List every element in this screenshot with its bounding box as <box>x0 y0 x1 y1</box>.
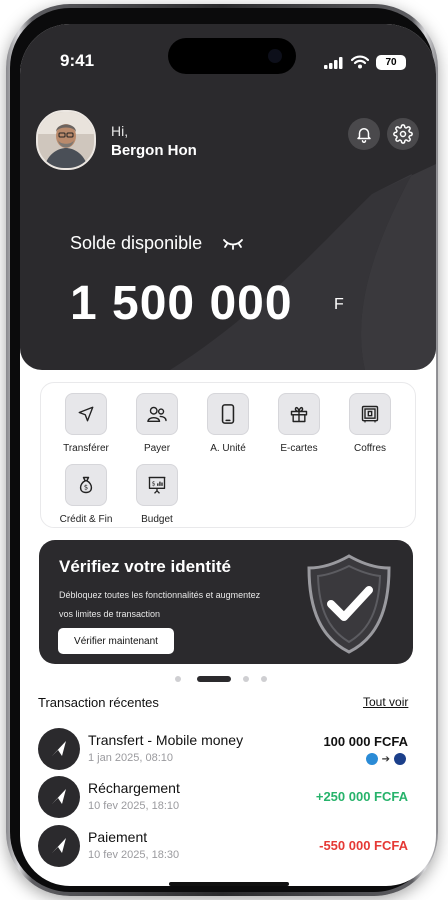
transaction-name: Réchargement <box>88 780 180 796</box>
transaction-icon-badge <box>38 728 80 770</box>
transaction-amount: +250 000 FCFA <box>315 789 408 804</box>
svg-text:$: $ <box>152 481 156 487</box>
gear-icon <box>393 124 413 144</box>
transactions-title: Transaction récentes <box>38 695 159 710</box>
transaction-date: 10 fev 2025, 18:30 <box>88 849 180 861</box>
verify-now-button[interactable]: Vérifier maintenant <box>58 628 174 654</box>
avatar[interactable] <box>36 110 96 170</box>
service-e-cartes[interactable]: E-cartes <box>264 393 334 454</box>
app-screen: 9:41 70 Hi, Bergon Hon Solde disponible … <box>20 24 436 886</box>
carousel-dot-active[interactable] <box>197 676 231 682</box>
signal-icon <box>324 57 343 69</box>
service-transferer[interactable]: Transférer <box>51 393 121 454</box>
service-icon-box <box>349 393 391 435</box>
logo-arrow-icon <box>52 789 66 804</box>
service-icon-box <box>136 393 178 435</box>
camera-icon <box>268 49 282 63</box>
safe-icon <box>361 405 379 423</box>
arrow-right-icon: ➔ <box>381 753 390 765</box>
service-label: Coffres <box>353 443 387 454</box>
service-label: Transférer <box>63 443 109 454</box>
service-credit-fin[interactable]: $ Crédit & Fin <box>51 464 121 525</box>
transaction-icon-badge <box>38 825 80 867</box>
service-label: E-cartes <box>280 443 318 454</box>
service-icon-box <box>278 393 320 435</box>
balance-header: 9:41 70 Hi, Bergon Hon Solde disponible … <box>20 24 436 370</box>
users-icon <box>147 406 167 423</box>
transaction-icon-badge <box>38 776 80 818</box>
phone-icon <box>221 404 235 424</box>
service-label: Crédit & Fin <box>59 514 113 525</box>
transaction-date: 1 jan 2025, 08:10 <box>88 752 174 764</box>
eye-closed-icon[interactable] <box>222 237 244 251</box>
carousel-dot[interactable] <box>261 676 267 682</box>
carousel-dot[interactable] <box>175 676 181 682</box>
service-label: Budget <box>141 514 173 525</box>
phone-frame: 9:41 70 Hi, Bergon Hon Solde disponible … <box>6 4 438 896</box>
see-all-link[interactable]: Tout voir <box>363 695 408 709</box>
transaction-amount: 100 000 FCFA <box>323 734 408 749</box>
transaction-name: Paiement <box>88 829 148 845</box>
banner-title: Vérifiez votre identité <box>59 557 231 576</box>
service-label: A. Unité <box>210 443 246 454</box>
transaction-row[interactable]: Réchargement 10 fev 2025, 18:10 +250 000… <box>38 776 412 820</box>
service-budget[interactable]: $ Budget <box>122 464 192 525</box>
status-bar: 9:41 70 <box>20 24 436 84</box>
send-icon <box>78 406 94 422</box>
services-grid: Transférer Payer A. Unité E-cartes Coffr… <box>40 382 416 528</box>
gift-icon <box>290 406 308 423</box>
service-icon-box <box>65 393 107 435</box>
transfer-route: ➔ <box>365 753 406 765</box>
notifications-button[interactable] <box>348 118 380 150</box>
presentation-chart-icon: $ <box>148 476 166 494</box>
logo-arrow-icon <box>52 741 66 756</box>
carousel-dot[interactable] <box>243 676 249 682</box>
settings-button[interactable] <box>387 118 419 150</box>
balance-currency: F <box>334 296 344 313</box>
home-indicator <box>169 882 289 886</box>
transaction-name: Transfert - Mobile money <box>88 732 244 748</box>
banner-description: Débloquez toutes les fonctionnalités et … <box>59 590 261 619</box>
dynamic-island <box>168 38 296 74</box>
user-name: Bergon Hon <box>111 142 197 159</box>
battery-indicator: 70 <box>376 55 406 70</box>
shield-check-icon <box>307 554 391 654</box>
service-icon-box: $ <box>65 464 107 506</box>
service-icon-box <box>207 393 249 435</box>
money-bag-icon: $ <box>79 476 93 494</box>
transaction-row[interactable]: Transfert - Mobile money 1 jan 2025, 08:… <box>38 728 412 772</box>
service-icon-box: $ <box>136 464 178 506</box>
avatar-photo <box>38 112 94 168</box>
wifi-icon <box>351 55 369 69</box>
transaction-date: 10 fev 2025, 18:10 <box>88 800 180 812</box>
service-payer[interactable]: Payer <box>122 393 192 454</box>
balance-amount: 1 500 000 <box>70 277 293 330</box>
bell-icon <box>357 128 371 143</box>
service-a-unite[interactable]: A. Unité <box>193 393 263 454</box>
svg-text:$: $ <box>84 484 88 492</box>
logo-arrow-icon <box>52 838 66 853</box>
source-operator-icon <box>365 753 378 765</box>
greeting-text: Hi, <box>111 123 129 139</box>
service-coffres[interactable]: Coffres <box>335 393 405 454</box>
transaction-amount: -550 000 FCFA <box>319 838 408 853</box>
status-time: 9:41 <box>60 51 95 70</box>
transaction-row[interactable]: Paiement 10 fev 2025, 18:30 -550 000 FCF… <box>38 825 412 869</box>
destination-operator-icon <box>394 753 406 765</box>
balance-label: Solde disponible <box>70 233 203 253</box>
verify-identity-banner: Vérifiez votre identité Débloquez toutes… <box>39 540 413 664</box>
service-label: Payer <box>143 443 171 454</box>
